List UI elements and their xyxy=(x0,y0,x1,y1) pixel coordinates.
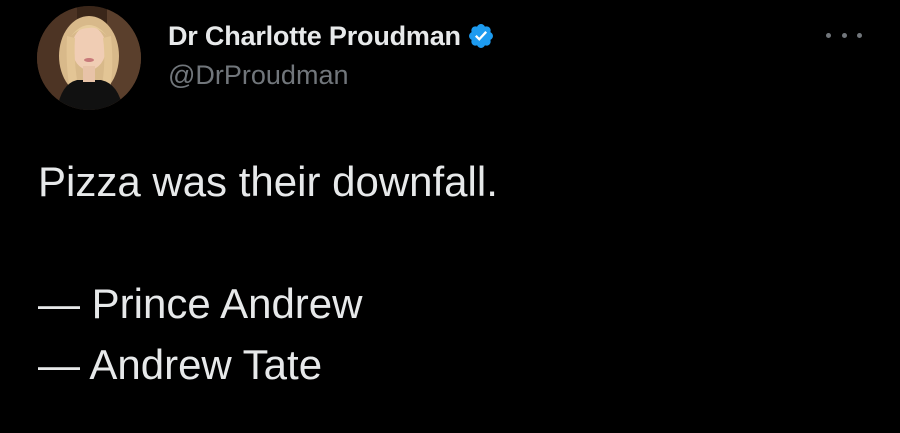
tweet-text-line: Pizza was their downfall. xyxy=(38,158,498,205)
more-dot xyxy=(857,32,862,38)
author-name-row: Dr Charlotte Proudman xyxy=(168,19,495,53)
verified-badge-icon xyxy=(467,22,495,50)
more-dot xyxy=(841,32,847,38)
tweet-card: Dr Charlotte Proudman @DrProudman Pizza … xyxy=(0,0,900,433)
author-handle[interactable]: @DrProudman xyxy=(168,60,348,91)
more-options-icon[interactable] xyxy=(826,26,862,44)
tweet-text-line: — Andrew Tate xyxy=(38,341,323,388)
tweet-text-line: — Prince Andrew xyxy=(38,280,363,327)
avatar-photo xyxy=(37,6,141,110)
more-dot xyxy=(826,32,831,38)
author-avatar[interactable] xyxy=(37,6,141,110)
author-display-name[interactable]: Dr Charlotte Proudman xyxy=(168,21,461,52)
